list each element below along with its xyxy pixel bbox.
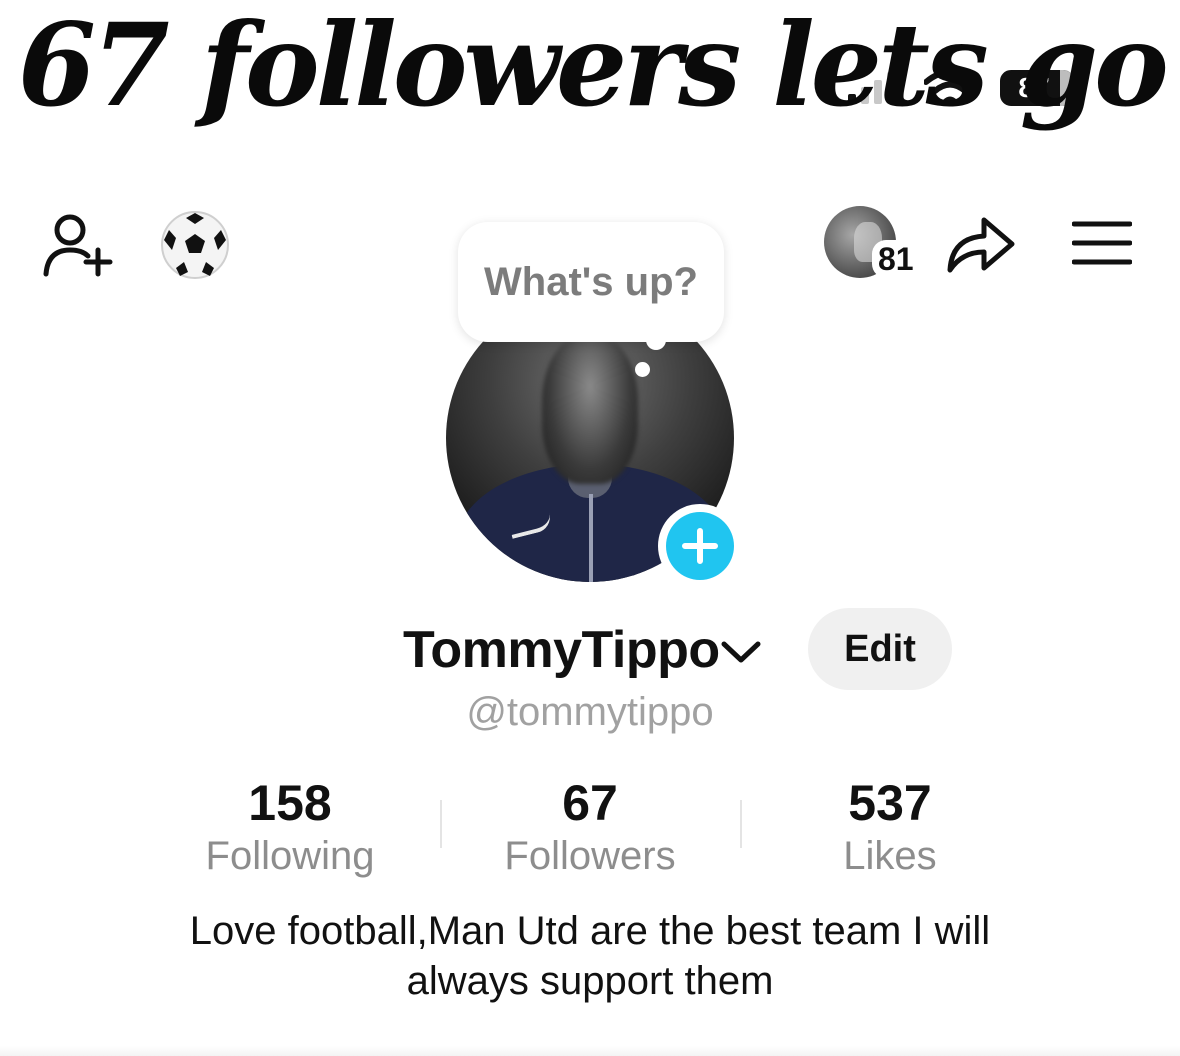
display-name[interactable]: TommyTippo xyxy=(403,620,720,680)
stat-divider xyxy=(740,800,742,848)
add-story-button[interactable] xyxy=(658,504,742,588)
menu-icon[interactable] xyxy=(1072,218,1132,268)
bottom-divider xyxy=(0,1046,1180,1056)
stat-followers[interactable]: 67 Followers xyxy=(440,774,740,884)
stat-value: 158 xyxy=(248,775,332,831)
stat-label: Likes xyxy=(843,834,937,878)
status-note-prompt: What's up? xyxy=(484,259,698,304)
share-icon[interactable] xyxy=(944,212,1018,276)
stat-divider xyxy=(440,800,442,848)
stories-count-badge: 81 xyxy=(872,240,920,278)
stat-likes[interactable]: 537 Likes xyxy=(740,774,1040,884)
stat-value: 537 xyxy=(848,775,932,831)
overlay-caption: 67 followers lets go xyxy=(18,0,1169,133)
bio-line: Love football,Man Utd are the best team … xyxy=(189,909,991,953)
profile-stats: 158 Following 67 Followers 537 Likes xyxy=(140,774,1040,884)
stat-label: Following xyxy=(205,834,375,878)
edit-profile-button[interactable]: Edit xyxy=(808,608,952,690)
profile-bio: Love football,Man Utd are the best team … xyxy=(130,906,1050,1006)
status-note-bubble[interactable]: What's up? xyxy=(458,222,724,342)
status-bubble-dot xyxy=(635,362,650,377)
profile-name-row: TommyTippo Edit xyxy=(0,608,1180,698)
username: @tommytippo xyxy=(466,690,714,734)
plus-icon xyxy=(682,528,718,564)
football-emoji-icon[interactable] xyxy=(160,210,230,280)
add-friend-icon[interactable] xyxy=(40,208,116,278)
bio-line: always support them xyxy=(406,959,774,1003)
stat-value: 67 xyxy=(562,775,618,831)
stat-label: Followers xyxy=(504,834,676,878)
stat-following[interactable]: 158 Following xyxy=(140,774,440,884)
chevron-down-icon[interactable] xyxy=(720,638,762,666)
